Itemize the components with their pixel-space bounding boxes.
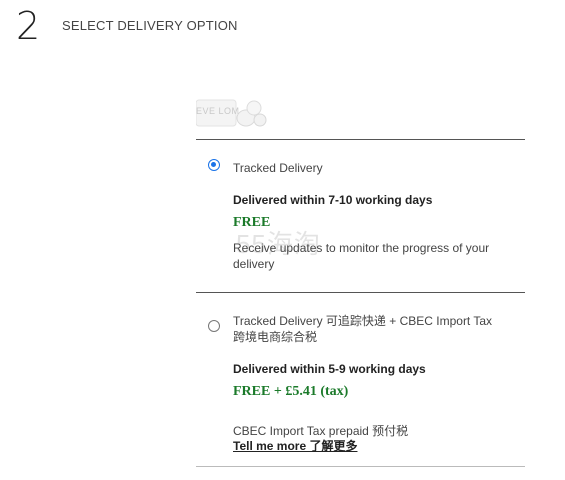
option1-note: Receive updates to monitor the progress … (233, 241, 490, 271)
step-number: 2 (16, 4, 41, 48)
option2-name-line2: 跨境电商综合税 (233, 330, 318, 344)
option2-name: Tracked Delivery 可追踪快递 + CBEC Import Tax (233, 314, 493, 328)
option1-name: Tracked Delivery (233, 161, 323, 175)
option1-radio-selected[interactable] (208, 159, 220, 171)
tell-me-more-link[interactable]: Tell me more 了解更多 (233, 439, 357, 453)
product-thumbnail-label: EVE LOM (196, 106, 240, 116)
option2-note: CBEC Import Tax prepaid 预付税 (233, 424, 409, 438)
option2-timing: Delivered within 5-9 working days (233, 362, 426, 376)
option2-radio[interactable] (208, 320, 220, 332)
step-title: SELECT DELIVERY OPTION (62, 18, 238, 33)
divider-bottom (196, 466, 525, 467)
delivery-step-page: 2 SELECT DELIVERY OPTION EVE LOM Tracked… (0, 0, 565, 480)
product-thumbnail: EVE LOM (196, 96, 268, 130)
option1-price: FREE (233, 215, 271, 230)
divider-top (196, 139, 525, 140)
divider-middle (196, 292, 525, 293)
option1-timing: Delivered within 7-10 working days (233, 193, 433, 207)
option2-price: FREE + £5.41 (tax) (233, 384, 349, 399)
